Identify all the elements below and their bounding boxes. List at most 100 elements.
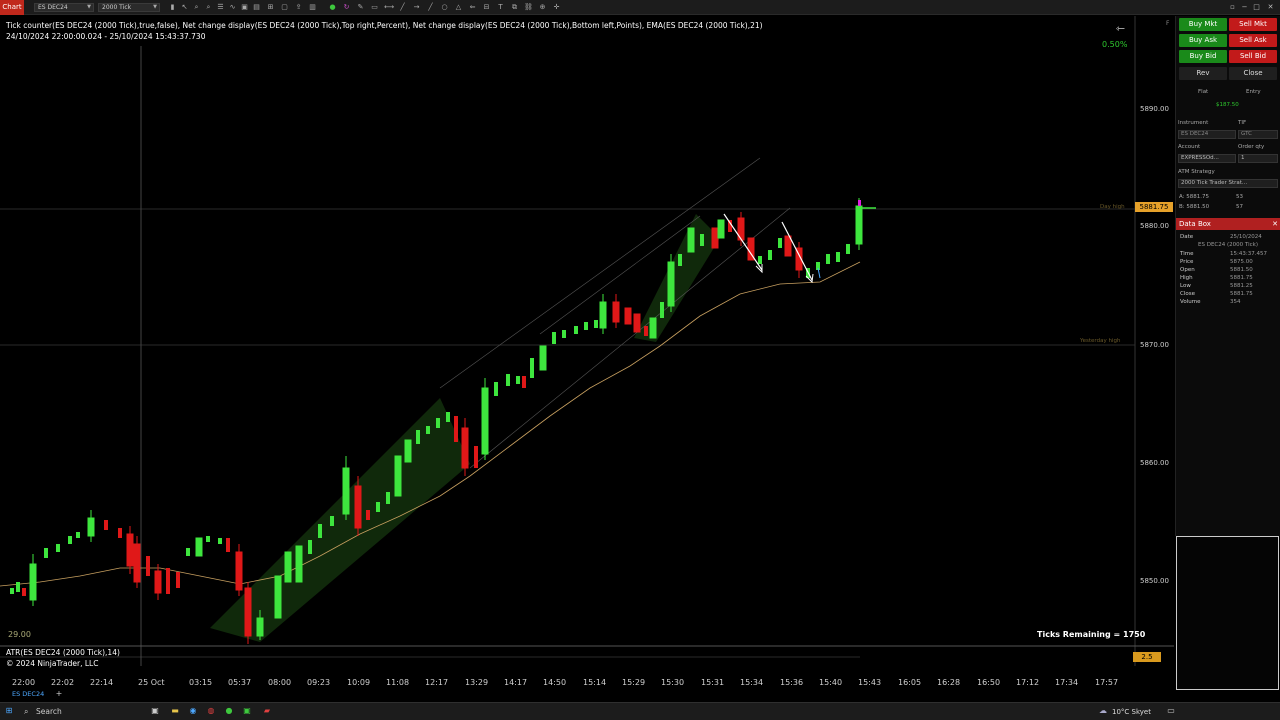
ninjatrader-icon[interactable]: ▰ xyxy=(262,706,272,716)
instrument-tab[interactable]: ES DEC24 xyxy=(12,689,52,699)
ruler-icon[interactable]: ⟷ xyxy=(384,3,394,12)
taskbar: ⊞ ⌕ Search ▣ ▬ ◉ ◍ ● ▣ ▰ ☁ 10°C Skyet ▭ xyxy=(0,702,1280,720)
flat-label: Flat xyxy=(1198,89,1209,95)
zoom-icon[interactable]: ⌕ xyxy=(192,3,201,12)
bar-type-icon[interactable]: ▮ xyxy=(168,3,177,12)
price-tick: 5890.00 xyxy=(1140,105,1169,113)
instrument-label: Instrument xyxy=(1178,120,1209,126)
interval-select[interactable]: 2000 Tick ▼ xyxy=(98,3,160,12)
ellipse-icon[interactable]: ○ xyxy=(440,3,449,12)
tif-select[interactable]: GTC xyxy=(1238,130,1278,139)
order-qty-stepper[interactable]: 1 xyxy=(1238,154,1278,163)
monitor-icon[interactable]: ▭ xyxy=(1166,706,1176,716)
crosshair-icon[interactable]: ✛ xyxy=(552,3,561,12)
data-box-header: Data Box ✕ xyxy=(1176,218,1280,230)
instrument-select-value: ES DEC24 xyxy=(38,4,68,11)
data-box-value: 25/10/2024 xyxy=(1230,234,1262,240)
share-icon[interactable]: ⇪ xyxy=(294,3,303,12)
time-tick: 14:50 xyxy=(543,678,567,687)
account-label: Account xyxy=(1178,144,1201,150)
copy-icon[interactable]: ⧉ xyxy=(510,3,519,12)
chrome-icon[interactable]: ◍ xyxy=(206,706,216,716)
close-icon[interactable]: ✕ xyxy=(1272,218,1278,230)
ticks-remaining: Ticks Remaining = 1750 xyxy=(1037,630,1146,639)
app-icon[interactable]: ▣ xyxy=(242,706,252,716)
close-icon[interactable]: ✕ xyxy=(1266,2,1275,12)
triangle-icon[interactable]: △ xyxy=(454,3,463,12)
indicators-icon[interactable]: ∿ xyxy=(228,3,237,12)
f-marker[interactable]: F xyxy=(1166,20,1169,27)
chevron-down-icon: ▼ xyxy=(153,4,157,10)
task-view-icon[interactable]: ▣ xyxy=(150,706,160,716)
close-position-button[interactable]: Close xyxy=(1229,67,1277,80)
yesterday-high-label: Yesterday high xyxy=(1080,338,1121,344)
time-tick: 16:50 xyxy=(977,678,1001,687)
zoom-out-icon[interactable]: ⌕ xyxy=(204,3,213,12)
time-tick: 17:12 xyxy=(1016,678,1040,687)
time-tick: 15:34 xyxy=(740,678,764,687)
strategies-icon[interactable]: ▣ xyxy=(240,3,249,12)
entry-label: Entry xyxy=(1246,89,1261,95)
file-explorer-icon[interactable]: ▬ xyxy=(170,706,180,716)
arrow-left-icon[interactable]: ⇐ xyxy=(468,3,477,12)
time-tick: 16:28 xyxy=(937,678,961,687)
data-box-value: 354 xyxy=(1230,299,1241,305)
atr-label: ATR(ES DEC24 (2000 Tick),14) xyxy=(6,648,120,657)
time-tick: 12:17 xyxy=(425,678,449,687)
global-icon[interactable]: ⊕ xyxy=(538,3,547,12)
tif-label: TIF xyxy=(1238,120,1247,126)
chart-tab[interactable]: Chart xyxy=(0,0,24,15)
price-chart[interactable]: Tick counter(ES DEC24 (2000 Tick),true,f… xyxy=(0,16,1174,690)
weather-status[interactable]: 10°C Skyet xyxy=(1112,706,1151,718)
text-icon[interactable]: T xyxy=(496,3,505,12)
minimize-icon[interactable]: − xyxy=(1240,2,1249,12)
instrument-field[interactable]: ES DEC24 xyxy=(1178,130,1236,139)
instrument-select[interactable]: ES DEC24 ▼ xyxy=(34,3,94,12)
data-box-key: Low xyxy=(1180,283,1191,289)
print-icon[interactable]: ▥ xyxy=(308,3,317,12)
link-icon[interactable]: ⛓ xyxy=(524,3,533,12)
atr-value-badge: 2.5 xyxy=(1133,652,1161,662)
add-tab-icon[interactable]: + xyxy=(54,689,64,699)
edge-icon[interactable]: ◉ xyxy=(188,706,198,716)
windows-start-icon[interactable]: ⊞ xyxy=(4,706,14,716)
draw-line-icon[interactable]: ╱ xyxy=(426,3,435,12)
sell-ask-button[interactable]: Sell Ask xyxy=(1229,34,1277,47)
webcam-overlay xyxy=(1176,536,1279,690)
buy-ask-button[interactable]: Buy Ask xyxy=(1179,34,1227,47)
refresh-icon[interactable]: ↻ xyxy=(342,3,351,12)
order-qty-label: Order qty xyxy=(1238,144,1265,150)
properties-icon[interactable]: ☰ xyxy=(216,3,225,12)
sell-bid-button[interactable]: Sell Bid xyxy=(1229,50,1277,63)
reverse-button[interactable]: Rev xyxy=(1179,67,1227,80)
atm-strategy-label: ATM Strategy xyxy=(1178,169,1215,175)
net-change-points: 29.00 xyxy=(8,630,31,639)
snapshot-icon[interactable]: ▢ xyxy=(280,3,289,12)
play-icon[interactable]: ● xyxy=(328,3,337,12)
time-tick: 15:36 xyxy=(780,678,804,687)
buy-market-button[interactable]: Buy Mkt xyxy=(1179,18,1227,31)
restore-icon[interactable]: ▫ xyxy=(1228,2,1237,12)
pnl-value: $187.50 xyxy=(1216,102,1239,108)
chart-trader-icon[interactable]: ⊞ xyxy=(266,3,275,12)
date-range: 24/10/2024 22:00:00.024 - 25/10/2024 15:… xyxy=(6,32,206,41)
templates-icon[interactable]: ▤ xyxy=(252,3,261,12)
time-tick: 22:14 xyxy=(90,678,114,687)
buy-bid-button[interactable]: Buy Bid xyxy=(1179,50,1227,63)
time-tick: 09:23 xyxy=(307,678,331,687)
net-change-percent: 0.50% xyxy=(1102,40,1128,49)
sell-market-button[interactable]: Sell Mkt xyxy=(1229,18,1277,31)
cursor-icon[interactable]: ↖ xyxy=(180,3,189,12)
taskbar-search[interactable]: ⌕ Search xyxy=(20,706,140,718)
spotify-icon[interactable]: ● xyxy=(224,706,234,716)
ray-icon[interactable]: → xyxy=(412,3,421,12)
maximize-icon[interactable]: □ xyxy=(1252,2,1261,12)
account-select[interactable]: EXPRESSOd... xyxy=(1178,154,1236,163)
fibonacci-icon[interactable]: ⊟ xyxy=(482,3,491,12)
atm-strategy-select[interactable]: 2000 Tick Trader Strat... xyxy=(1178,179,1278,188)
line-icon[interactable]: ╱ xyxy=(398,3,407,12)
rectangle-icon[interactable]: ▭ xyxy=(370,3,379,12)
data-box-key: Price xyxy=(1180,259,1194,265)
arrow-left-icon[interactable]: ⇽ xyxy=(1116,22,1125,35)
pencil-icon[interactable]: ✎ xyxy=(356,3,365,12)
